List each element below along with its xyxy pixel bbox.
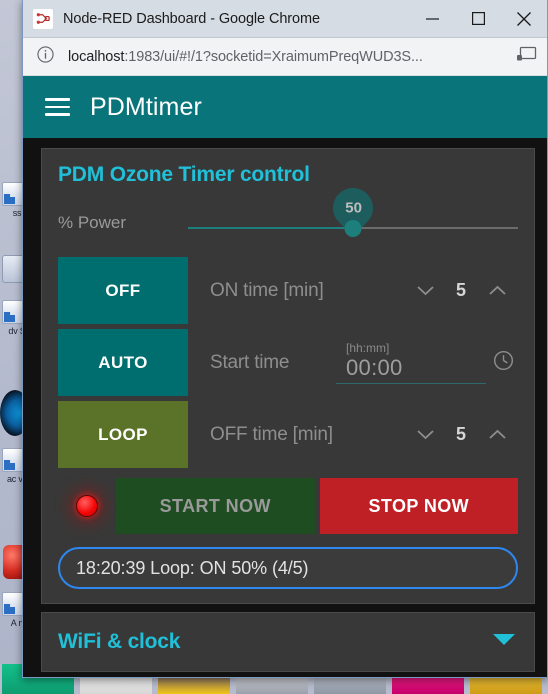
wifi-clock-title: WiFi & clock	[58, 630, 181, 653]
off-time-row: LOOP OFF time [min] 5	[58, 401, 518, 468]
info-circle-icon[interactable]	[37, 45, 54, 68]
power-slider-row: % Power 50	[58, 179, 518, 245]
off-time-label: OFF time [min]	[210, 423, 333, 445]
mode-loop-label: LOOP	[98, 424, 148, 444]
address-bar[interactable]: localhost:1983/ui/#!/1?socketid=XraimumP…	[68, 49, 517, 65]
card-title: PDM Ozone Timer control	[58, 163, 310, 186]
node-red-icon	[33, 8, 53, 29]
hamburger-menu-icon[interactable]	[45, 98, 70, 116]
minimize-button[interactable]	[409, 0, 455, 38]
mode-auto-label: AUTO	[98, 352, 148, 372]
mode-off-button[interactable]: OFF	[58, 257, 188, 324]
chevron-up-icon[interactable]	[484, 278, 510, 304]
start-now-label: START NOW	[159, 495, 271, 516]
browser-toolbar[interactable]: localhost:1983/ui/#!/1?socketid=XraimumP…	[23, 38, 547, 76]
chevron-down-icon[interactable]	[412, 422, 438, 448]
status-text: 18:20:39 Loop: ON 50% (4/5)	[76, 557, 309, 578]
title-bar[interactable]: Node-RED Dashboard - Google Chrome	[23, 0, 547, 38]
close-button[interactable]	[501, 0, 547, 38]
chevron-up-icon[interactable]	[484, 422, 510, 448]
stop-now-button[interactable]: STOP NOW	[319, 478, 518, 534]
wifi-clock-card[interactable]: WiFi & clock	[41, 612, 535, 672]
off-time-stepper[interactable]: 5	[412, 422, 518, 448]
app-bar: PDMtimer	[23, 76, 547, 138]
timer-control-card: PDM Ozone Timer control % Power 50 OFF O…	[41, 148, 535, 604]
on-time-row: OFF ON time [min] 5	[58, 257, 518, 324]
on-time-stepper[interactable]: 5	[412, 278, 518, 304]
url-path: :1983/ui/#!/1?socketid=XraimumPreqWUD3S.…	[124, 48, 423, 65]
chevron-down-icon[interactable]	[492, 632, 516, 652]
power-slider-label: % Power	[58, 213, 127, 232]
window-title: Node-RED Dashboard - Google Chrome	[63, 10, 320, 27]
start-time-label: Start time	[210, 351, 290, 373]
slider-value: 50	[344, 199, 362, 217]
maximize-button[interactable]	[455, 0, 501, 38]
dashboard-page: PDMtimer PDM Ozone Timer control % Power…	[23, 76, 547, 677]
off-time-value: 5	[455, 424, 466, 444]
status-led-red	[76, 495, 98, 517]
led-container	[58, 476, 116, 536]
window-controls	[409, 0, 547, 38]
on-time-field: ON time [min] 5	[188, 257, 518, 324]
mode-off-label: OFF	[105, 280, 141, 300]
on-time-value: 5	[455, 280, 466, 300]
url-host: localhost	[68, 48, 125, 65]
status-field[interactable]: 18:20:39 Loop: ON 50% (4/5)	[58, 547, 518, 589]
on-time-label: ON time [min]	[210, 279, 324, 301]
start-time-value: 00:00	[346, 354, 403, 380]
start-time-input[interactable]: [hh:mm] 00:00	[336, 340, 486, 384]
dashboard-board: PDM Ozone Timer control % Power 50 OFF O…	[23, 138, 547, 677]
app-title: PDMtimer	[90, 92, 202, 121]
slider-thumb[interactable]	[344, 220, 362, 237]
power-slider[interactable]: 50	[188, 179, 518, 245]
off-time-field: OFF time [min] 5	[188, 401, 518, 468]
mode-auto-button[interactable]: AUTO	[58, 329, 188, 396]
clock-icon[interactable]	[492, 349, 518, 377]
start-time-field: Start time [hh:mm] 00:00	[188, 329, 518, 396]
action-row: START NOW STOP NOW	[58, 476, 518, 536]
start-time-hint: [hh:mm]	[346, 340, 390, 355]
chevron-down-icon[interactable]	[412, 278, 438, 304]
browser-window: Node-RED Dashboard - Google Chrome local…	[22, 0, 548, 678]
stop-now-label: STOP NOW	[368, 495, 470, 516]
mode-loop-button[interactable]: LOOP	[58, 401, 188, 468]
start-time-row: AUTO Start time [hh:mm] 00:00	[58, 329, 518, 396]
cast-icon[interactable]	[517, 46, 537, 67]
slider-fill	[188, 227, 353, 229]
start-now-button[interactable]: START NOW	[116, 478, 315, 534]
